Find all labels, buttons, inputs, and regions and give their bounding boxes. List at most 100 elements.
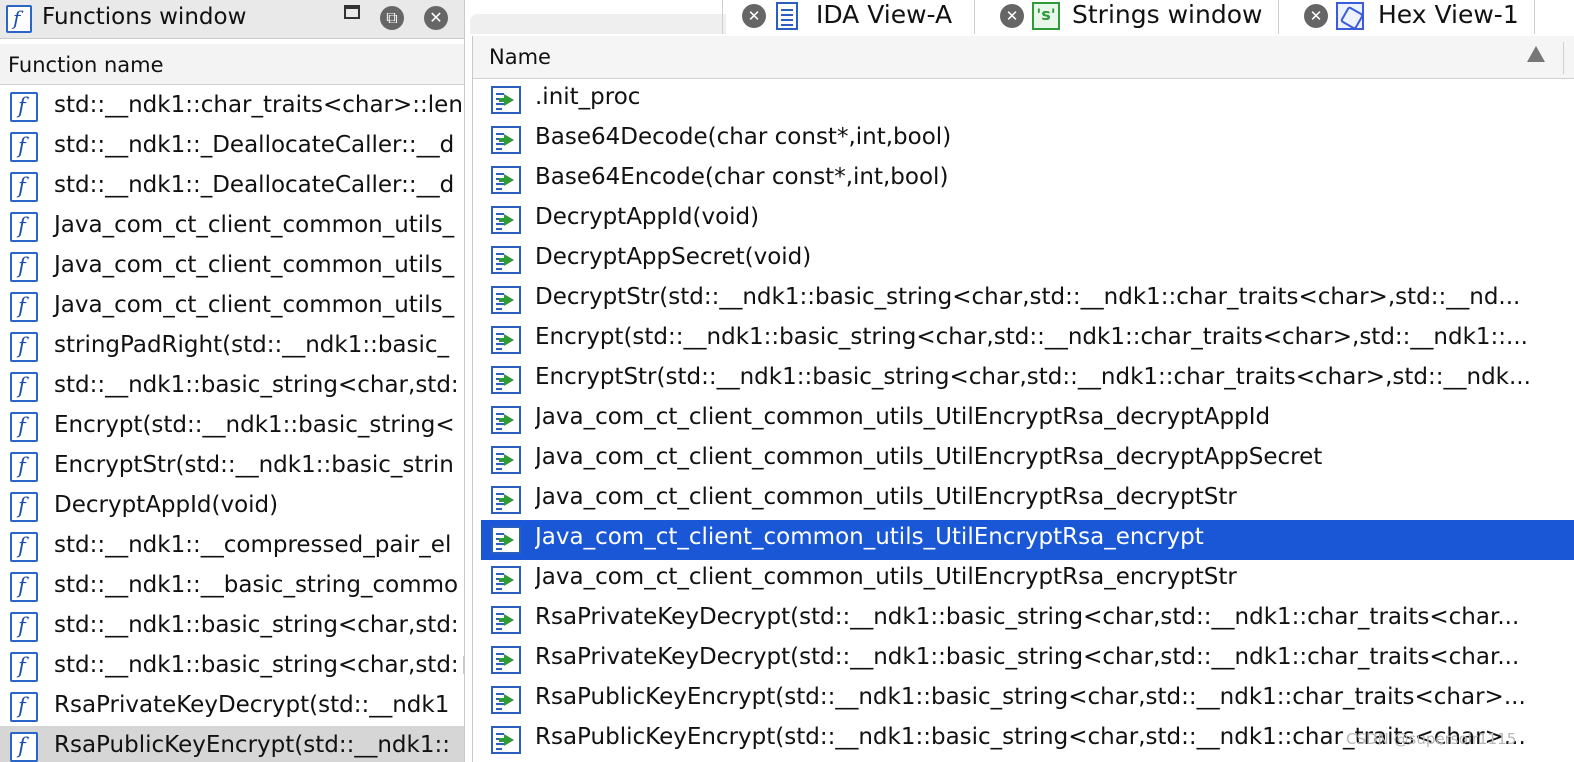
exported-function-icon [491, 406, 521, 434]
tab-label: Strings window [1072, 0, 1263, 29]
function-icon: f [10, 212, 38, 242]
function-list-item[interactable]: f std::__ndk1::basic_string<char,std: [0, 646, 464, 686]
name-entry: Base64Encode(char const*,int,bool) [535, 164, 949, 190]
tab-bar: ✕ IDA View-A ✕ 's' Strings window ✕ Hex … [470, 0, 1574, 34]
name-list-item[interactable]: Java_com_ct_client_common_utils_UtilEncr… [481, 440, 1574, 480]
tab-ida-view-a[interactable]: ✕ IDA View-A [742, 0, 962, 34]
function-icon: f [10, 372, 38, 402]
function-name-column-header[interactable]: Function name [0, 44, 464, 85]
function-icon: f [10, 292, 38, 322]
function-icon: f [10, 92, 38, 122]
function-list-item[interactable]: f RsaPrivateKeyDecrypt(std::__ndk1 [0, 686, 464, 726]
function-name: stringPadRight(std::__ndk1::basic_ [54, 332, 450, 358]
name-list-item[interactable]: Java_com_ct_client_common_utils_UtilEncr… [481, 480, 1574, 520]
function-list-item[interactable]: f DecryptAppId(void) [0, 486, 464, 526]
function-list-item[interactable]: f Java_com_ct_client_common_utils_ [0, 286, 464, 326]
name-column-header[interactable]: Name [473, 36, 1574, 79]
exported-function-icon [491, 246, 521, 274]
tab-strings-window[interactable]: ✕ 's' Strings window [1000, 0, 1262, 34]
name-list-item[interactable]: RsaPrivateKeyDecrypt(std::__ndk1::basic_… [481, 640, 1574, 680]
function-list-item[interactable]: f std::__ndk1::_DeallocateCaller::__d [0, 166, 464, 206]
function-icon: f [10, 252, 38, 282]
exported-function-icon [491, 566, 521, 594]
name-list-item[interactable]: RsaPrivateKeyDecrypt(std::__ndk1::basic_… [481, 600, 1574, 640]
function-icon: f [6, 5, 32, 33]
function-icon: f [10, 412, 38, 442]
functions-window: f Functions window ⧉ ✕ Function name f st… [0, 0, 465, 762]
function-list-item[interactable]: f Java_com_ct_client_common_utils_ [0, 246, 464, 286]
hex-view-icon [1336, 2, 1365, 31]
name-list-item[interactable]: Java_com_ct_client_common_utils_UtilEncr… [481, 520, 1574, 560]
function-icon: f [10, 452, 38, 482]
function-icon: f [10, 612, 38, 642]
function-icon: f [10, 132, 38, 162]
function-icon: f [10, 492, 38, 522]
name-list-item[interactable]: Java_com_ct_client_common_utils_UtilEncr… [481, 560, 1574, 600]
close-tab-icon[interactable]: ✕ [1304, 4, 1328, 28]
close-tab-icon[interactable]: ✕ [742, 4, 766, 28]
exported-function-icon [491, 286, 521, 314]
function-list-item[interactable]: f EncryptStr(std::__ndk1::basic_strin [0, 446, 464, 486]
name-list-item[interactable]: Encrypt(std::__ndk1::basic_string<char,s… [481, 320, 1574, 360]
function-list-item[interactable]: f Java_com_ct_client_common_utils_ [0, 206, 464, 246]
function-name: RsaPrivateKeyDecrypt(std::__ndk1 [54, 692, 450, 718]
name-list-item[interactable]: DecryptAppSecret(void) [481, 240, 1574, 280]
name-list-item[interactable]: EncryptStr(std::__ndk1::basic_string<cha… [481, 360, 1574, 400]
functions-window-title: Functions window [42, 4, 247, 30]
function-list-item[interactable]: f Encrypt(std::__ndk1::basic_string< [0, 406, 464, 446]
function-name: RsaPublicKeyEncrypt(std::__ndk1:: [54, 732, 450, 758]
exported-function-icon [491, 166, 521, 194]
function-list-item[interactable]: f std::__ndk1::__compressed_pair_el [0, 526, 464, 566]
name-list-item[interactable]: .init_proc [481, 80, 1574, 120]
names-window: Name .init_proc Base64Decode(char const*,… [472, 36, 1574, 762]
name-entry: RsaPrivateKeyDecrypt(std::__ndk1::basic_… [535, 644, 1520, 670]
name-entry: DecryptAppSecret(void) [535, 244, 812, 270]
function-list-item[interactable]: f stringPadRight(std::__ndk1::basic_ [0, 326, 464, 366]
splitter-handle[interactable] [463, 656, 464, 674]
function-name: std::__ndk1::basic_string<char,std: [54, 652, 459, 678]
exported-function-icon [491, 646, 521, 674]
name-list-item[interactable]: DecryptStr(std::__ndk1::basic_string<cha… [481, 280, 1574, 320]
sort-ascending-icon[interactable] [1527, 46, 1545, 62]
function-icon: f [10, 692, 38, 722]
restore-window-icon[interactable]: ⧉ [380, 6, 404, 30]
name-entry: RsaPublicKeyEncrypt(std::__ndk1::basic_s… [535, 684, 1526, 710]
function-name: std::__ndk1::basic_string<char,std: [54, 372, 459, 398]
function-name: Java_com_ct_client_common_utils_ [54, 212, 455, 238]
function-list-item[interactable]: f RsaPublicKeyEncrypt(std::__ndk1:: [0, 726, 464, 762]
name-entry: Java_com_ct_client_common_utils_UtilEncr… [535, 524, 1204, 550]
function-icon: f [10, 532, 38, 562]
function-list-item[interactable]: f std::__ndk1::char_traits<char>::len [0, 86, 464, 126]
close-tab-icon[interactable]: ✕ [1000, 4, 1024, 28]
name-entry: .init_proc [535, 84, 641, 110]
close-window-icon[interactable]: ✕ [424, 6, 448, 30]
function-list-item[interactable]: f std::__ndk1::basic_string<char,std: [0, 606, 464, 646]
name-entry: RsaPrivateKeyDecrypt(std::__ndk1::basic_… [535, 604, 1520, 630]
function-icon: f [10, 332, 38, 362]
function-name: std::__ndk1::_DeallocateCaller::__d [54, 132, 455, 158]
name-entry: Java_com_ct_client_common_utils_UtilEncr… [535, 564, 1237, 590]
function-name: std::__ndk1::__basic_string_commo [54, 572, 459, 598]
function-list-item[interactable]: f std::__ndk1::_DeallocateCaller::__d [0, 126, 464, 166]
function-name: std::__ndk1::basic_string<char,std: [54, 612, 459, 638]
name-entry: DecryptStr(std::__ndk1::basic_string<cha… [535, 284, 1521, 310]
name-list-item[interactable]: Base64Encode(char const*,int,bool) [481, 160, 1574, 200]
name-list-item[interactable]: RsaPublicKeyEncrypt(std::__ndk1::basic_s… [481, 680, 1574, 720]
name-list-item[interactable]: Java_com_ct_client_common_utils_UtilEncr… [481, 400, 1574, 440]
exported-function-icon [491, 206, 521, 234]
name-entry: Encrypt(std::__ndk1::basic_string<char,s… [535, 324, 1528, 350]
function-list-item[interactable]: f std::__ndk1::basic_string<char,std: [0, 366, 464, 406]
tab-hex-view-1[interactable]: ✕ Hex View-1 [1304, 0, 1544, 34]
function-list-item[interactable]: f std::__ndk1::__basic_string_commo [0, 566, 464, 606]
exported-function-icon [491, 366, 521, 394]
function-name: EncryptStr(std::__ndk1::basic_strin [54, 452, 454, 478]
name-entry: Java_com_ct_client_common_utils_UtilEncr… [535, 404, 1271, 430]
name-list-item[interactable]: Base64Decode(char const*,int,bool) [481, 120, 1574, 160]
function-icon: f [10, 572, 38, 602]
maximize-icon[interactable] [344, 5, 360, 19]
function-name: Encrypt(std::__ndk1::basic_string< [54, 412, 455, 438]
name-list-item[interactable]: DecryptAppId(void) [481, 200, 1574, 240]
exported-function-icon [491, 486, 521, 514]
functions-window-titlebar: f Functions window ⧉ ✕ [0, 0, 464, 39]
name-entry: Java_com_ct_client_common_utils_UtilEncr… [535, 484, 1237, 510]
